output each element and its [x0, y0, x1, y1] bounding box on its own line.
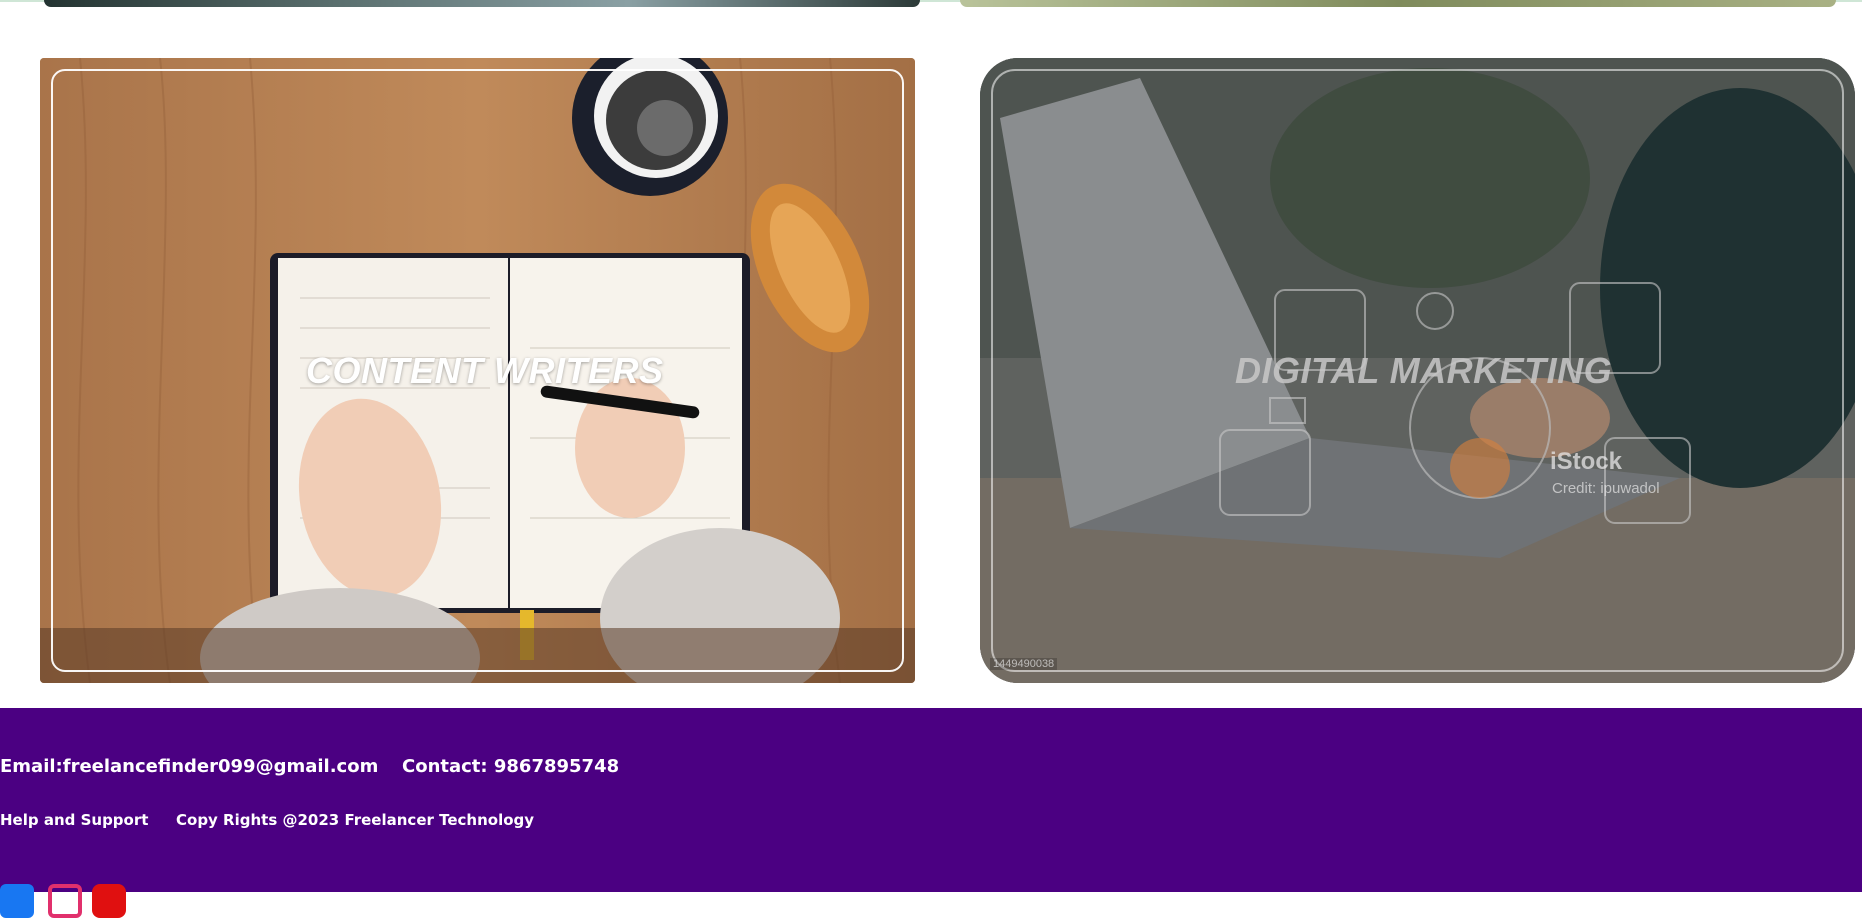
previous-card-edge-right	[960, 0, 1836, 7]
previous-card-edge-left	[44, 0, 920, 7]
instagram-icon[interactable]	[48, 884, 82, 918]
digital-marketing-card[interactable]: DIGITAL MARKETING iStock Credit: ipuwado…	[980, 58, 1855, 683]
site-footer: Email:freelancefinder099@gmail.com Conta…	[0, 708, 1862, 918]
content-writers-card[interactable]: CONTENT WRITERS	[40, 58, 915, 683]
copyright-text: Copy Rights @2023 Freelancer Technology	[176, 811, 535, 829]
istock-watermark: iStock	[1550, 448, 1623, 475]
facebook-icon[interactable]	[0, 884, 34, 918]
card-title: CONTENT WRITERS	[306, 350, 664, 391]
youtube-icon[interactable]	[92, 884, 126, 918]
footer-email[interactable]: Email:freelancefinder099@gmail.com	[0, 756, 378, 777]
photo-credit: Credit: ipuwadol	[1552, 480, 1660, 497]
help-and-support-link[interactable]: Help and Support	[0, 811, 148, 829]
stock-id: 1449490038	[990, 658, 1058, 670]
card-title: DIGITAL MARKETING	[1235, 350, 1613, 391]
footer-contact: Contact: 9867895748	[402, 756, 620, 777]
